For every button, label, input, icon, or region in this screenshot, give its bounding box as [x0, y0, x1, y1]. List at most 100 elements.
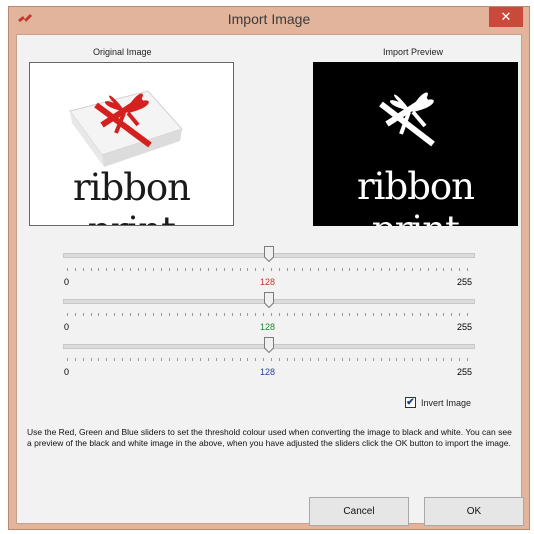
slider-tick [412, 358, 414, 361]
ribbon-print-logo-text: ribbon print [73, 166, 191, 225]
slider-tick [317, 268, 319, 271]
slider-tick [82, 358, 84, 361]
slider-tick [153, 358, 155, 361]
green-slider-value: 128 [260, 322, 276, 332]
slider-tick [216, 313, 218, 316]
slider-tick [404, 313, 406, 316]
slider-tick [443, 358, 445, 361]
slider-tick [286, 313, 288, 316]
slider-tick [286, 358, 288, 361]
close-button[interactable]: ✕ [489, 7, 523, 27]
slider-tick [90, 313, 92, 316]
slider-tick [302, 358, 304, 361]
cancel-button[interactable]: Cancel [309, 497, 409, 526]
slider-tick [82, 313, 84, 316]
slider-tick [161, 268, 163, 271]
slider-tick [412, 268, 414, 271]
slider-tick [247, 358, 249, 361]
slider-tick [247, 313, 249, 316]
slider-tick [365, 268, 367, 271]
slider-tick [168, 313, 170, 316]
slider-tick [145, 313, 147, 316]
slider-tick [388, 313, 390, 316]
slider-tick [467, 268, 468, 271]
slider-tick [192, 268, 194, 271]
slider-tick [129, 268, 131, 271]
slider-tick [365, 313, 367, 316]
slider-tick [302, 313, 304, 316]
slider-tick [176, 313, 178, 316]
slider-tick [427, 313, 429, 316]
slider-tick [467, 313, 468, 316]
slider-tick [278, 268, 280, 271]
slider-tick [310, 313, 312, 316]
invert-image-checkbox[interactable]: ✔ [405, 397, 416, 408]
slider-tick [67, 268, 68, 271]
slider-tick [216, 358, 218, 361]
slider-tick [451, 313, 453, 316]
slider-tick [435, 313, 437, 316]
slider-tick [255, 358, 257, 361]
slider-tick [106, 358, 108, 361]
slider-tick [231, 268, 233, 271]
blue-slider-thumb[interactable] [264, 337, 274, 353]
slider-tick [168, 268, 170, 271]
green-slider-min: 0 [64, 322, 70, 332]
slider-tick [129, 313, 131, 316]
slider-tick [200, 313, 202, 316]
slider-tick [176, 268, 178, 271]
slider-tick [365, 358, 367, 361]
slider-tick [380, 313, 382, 316]
slider-tick [349, 358, 351, 361]
slider-tick [184, 313, 186, 316]
slider-tick [325, 313, 327, 316]
slider-tick [184, 268, 186, 271]
slider-tick [153, 268, 155, 271]
slider-tick [200, 358, 202, 361]
gift-box-graphic [69, 90, 183, 167]
slider-tick [263, 268, 265, 271]
slider-tick [380, 268, 382, 271]
title-bar[interactable]: Import Image ✕ [9, 7, 529, 33]
slider-tick [341, 268, 343, 271]
slider-tick [357, 313, 359, 316]
slider-tick [231, 358, 233, 361]
slider-tick [239, 268, 241, 271]
slider-tick [239, 358, 241, 361]
slider-tick [270, 268, 272, 271]
slider-tick [263, 358, 265, 361]
slider-tick [208, 358, 210, 361]
slider-tick [388, 358, 390, 361]
invert-image-label[interactable]: Invert Image [421, 398, 471, 408]
slider-tick [121, 268, 123, 271]
slider-tick [114, 313, 116, 316]
slider-tick [270, 358, 272, 361]
slider-tick [90, 358, 92, 361]
slider-tick [176, 358, 178, 361]
slider-tick [459, 313, 461, 316]
slider-tick [278, 313, 280, 316]
slider-tick [161, 313, 163, 316]
red-slider-thumb[interactable] [264, 246, 274, 262]
green-slider-thumb[interactable] [264, 292, 274, 308]
slider-tick [412, 313, 414, 316]
slider-tick [357, 268, 359, 271]
slider-tick [341, 358, 343, 361]
ok-button[interactable]: OK [424, 497, 524, 526]
slider-tick [192, 358, 194, 361]
blue-slider-max: 255 [457, 367, 473, 377]
slider-tick [459, 268, 461, 271]
slider-tick [106, 268, 108, 271]
slider-tick [98, 358, 100, 361]
slider-tick [419, 358, 421, 361]
red-slider-min: 0 [64, 277, 70, 287]
slider-tick [333, 358, 335, 361]
slider-tick [208, 268, 210, 271]
slider-tick [388, 268, 390, 271]
import-preview-label: Import Preview [383, 47, 444, 57]
slider-tick [239, 313, 241, 316]
slider-tick [74, 313, 76, 316]
dialog-body: Original Image Import Preview ribbon pri… [16, 34, 524, 526]
slider-tick [443, 313, 445, 316]
slider-tick [349, 268, 351, 271]
